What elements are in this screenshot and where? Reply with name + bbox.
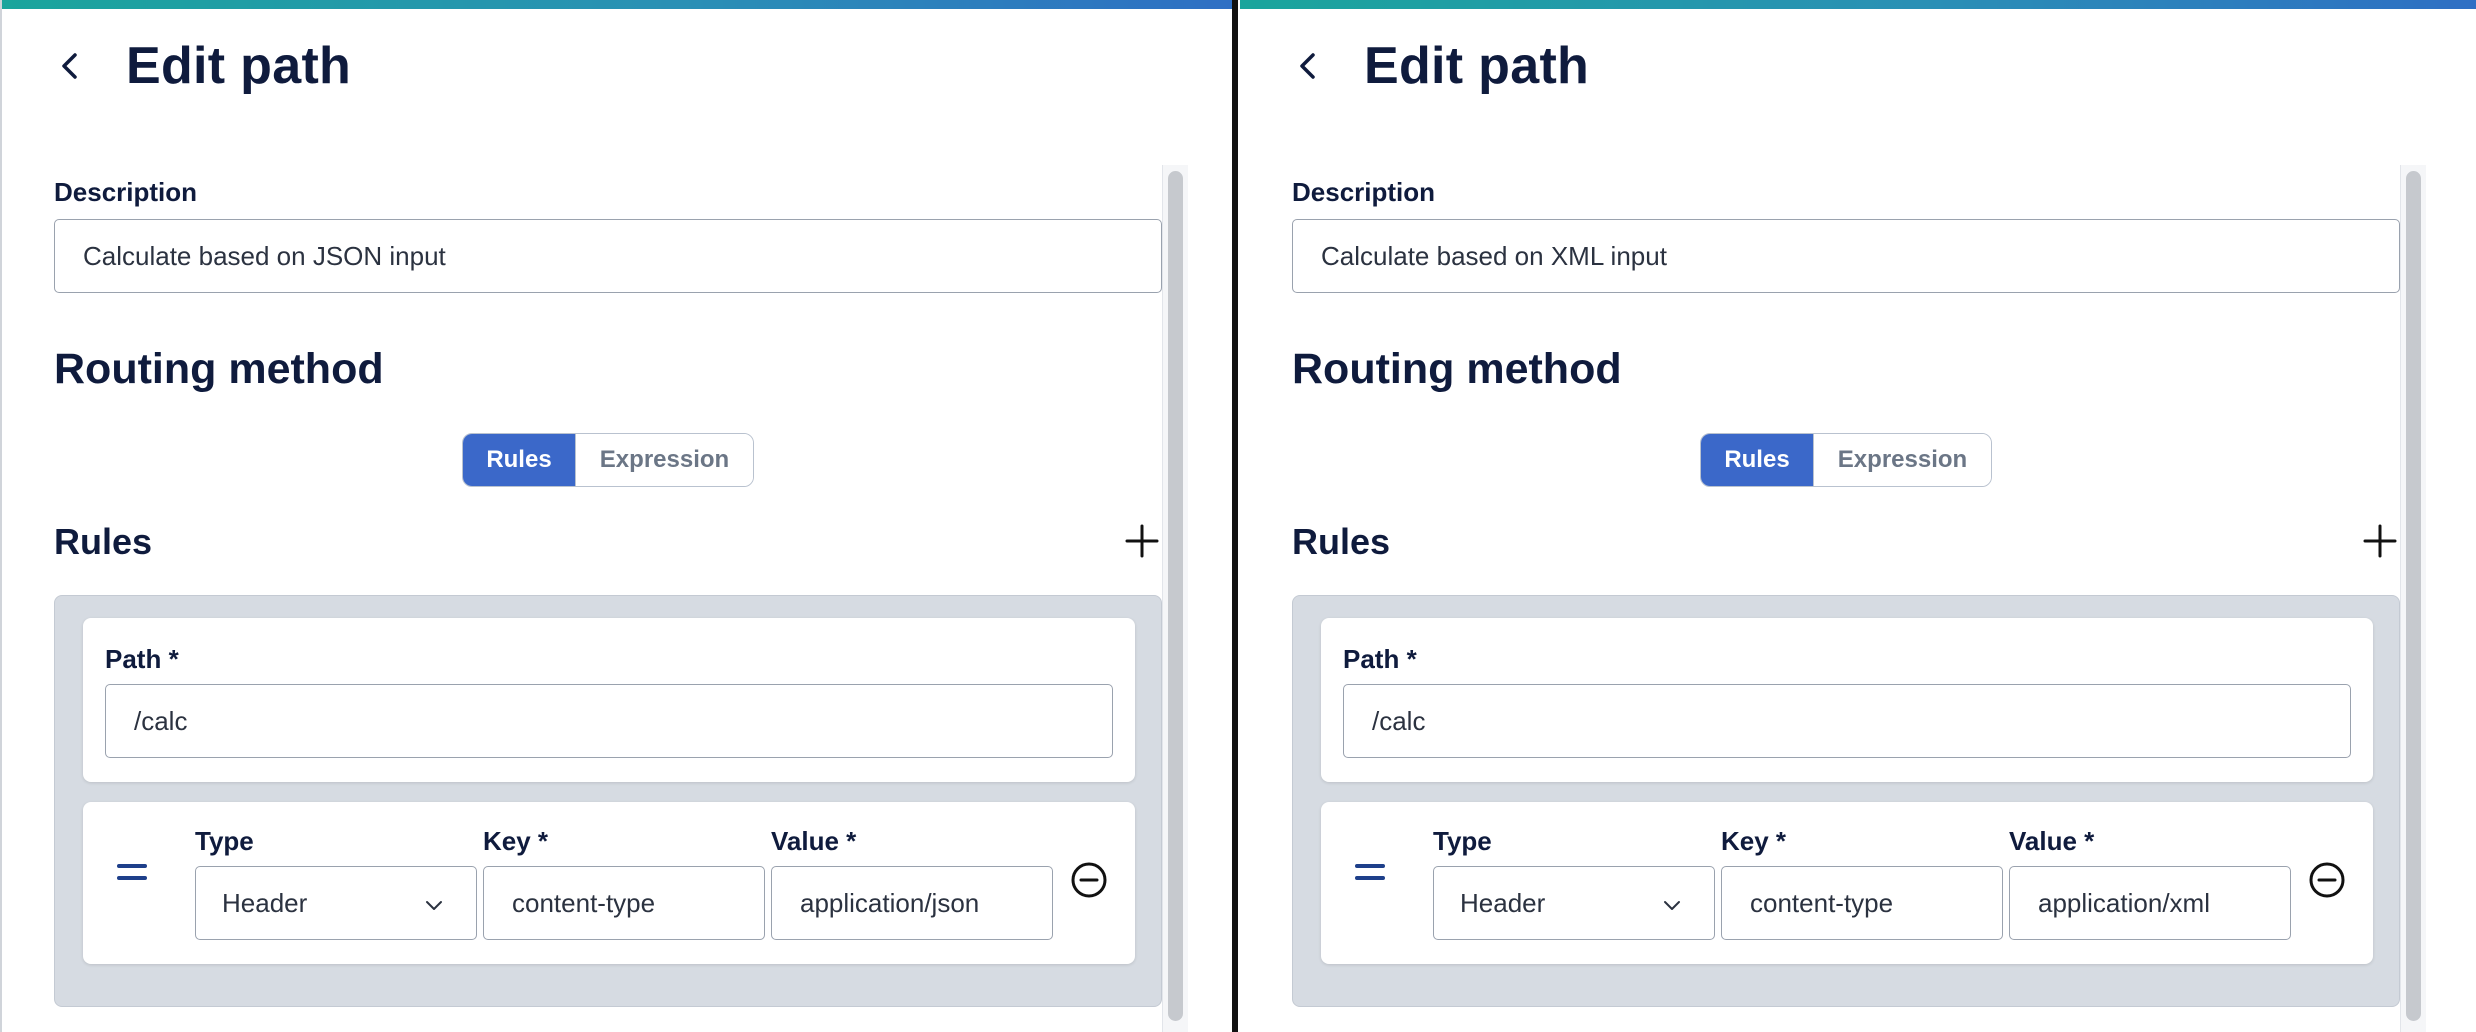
rule-condition-card: Type Header Key * content-type Value * a… bbox=[83, 802, 1135, 964]
type-value: Header bbox=[222, 887, 308, 918]
toggle-rules-button[interactable]: Rules bbox=[463, 434, 575, 486]
rule-condition-card: Type Header Key * content-type Value * a… bbox=[1321, 802, 2373, 964]
edit-path-panel-right: Edit path Description Calculate based on… bbox=[1240, 0, 2476, 1032]
top-accent-bar bbox=[2, 0, 1233, 9]
chevron-down-icon bbox=[1664, 901, 1680, 910]
path-input[interactable]: /calc bbox=[105, 684, 1113, 758]
toggle-expression-button[interactable]: Expression bbox=[575, 434, 753, 486]
rules-title: Rules bbox=[54, 521, 153, 562]
top-accent-bar bbox=[1240, 0, 2476, 9]
plus-icon bbox=[1125, 524, 1159, 558]
type-value: Header bbox=[1460, 887, 1546, 918]
scrollbar[interactable] bbox=[1162, 165, 1188, 1032]
description-value: Calculate based on XML input bbox=[1321, 240, 1667, 271]
add-rule-button[interactable] bbox=[1122, 521, 1162, 561]
value-value: application/xml bbox=[2038, 887, 2210, 918]
rules-container: Path * /calc Type Header Key * content-t… bbox=[1292, 595, 2400, 1007]
equals-icon bbox=[117, 858, 151, 888]
value-value: application/json bbox=[800, 887, 980, 918]
path-card: Path * /calc bbox=[83, 618, 1135, 782]
path-input[interactable]: /calc bbox=[1343, 684, 2351, 758]
chevron-left-icon bbox=[1300, 53, 1315, 79]
type-select[interactable]: Header bbox=[1433, 866, 1715, 940]
description-label: Description bbox=[1292, 177, 1436, 207]
scrollbar-thumb[interactable] bbox=[2406, 171, 2421, 1021]
toggle-rules-button[interactable]: Rules bbox=[1701, 434, 1813, 486]
panel-divider bbox=[1232, 0, 1238, 1032]
toggle-expression-button[interactable]: Expression bbox=[1813, 434, 1991, 486]
path-label: Path * bbox=[105, 644, 179, 674]
key-label: Key * bbox=[1721, 826, 1787, 856]
value-input[interactable]: application/xml bbox=[2009, 866, 2291, 940]
chevron-down-icon bbox=[426, 901, 442, 910]
type-label: Type bbox=[195, 826, 254, 856]
minus-circle-icon bbox=[2309, 862, 2345, 898]
page-title: Edit path bbox=[1364, 37, 1590, 95]
add-rule-button[interactable] bbox=[2360, 521, 2400, 561]
plus-icon bbox=[2363, 524, 2397, 558]
page-title: Edit path bbox=[126, 37, 352, 95]
description-input[interactable]: Calculate based on XML input bbox=[1292, 219, 2400, 293]
routing-method-title: Routing method bbox=[1292, 345, 1622, 393]
equals-icon bbox=[1355, 858, 1389, 888]
path-value: /calc bbox=[1372, 705, 1426, 736]
edit-path-panel-left: Edit path Description Calculate based on… bbox=[0, 0, 1233, 1032]
path-value: /calc bbox=[134, 705, 188, 736]
scrollbar-thumb[interactable] bbox=[1168, 171, 1183, 1021]
path-label: Path * bbox=[1343, 644, 1417, 674]
key-input[interactable]: content-type bbox=[483, 866, 765, 940]
value-label: Value * bbox=[771, 826, 857, 856]
key-value: content-type bbox=[1750, 887, 1894, 918]
key-input[interactable]: content-type bbox=[1721, 866, 2003, 940]
routing-method-toggle: Rules Expression bbox=[462, 433, 754, 487]
remove-rule-button[interactable] bbox=[2307, 860, 2347, 900]
scrollbar[interactable] bbox=[2400, 165, 2426, 1032]
type-label: Type bbox=[1433, 826, 1492, 856]
back-button[interactable] bbox=[1288, 46, 1328, 86]
key-value: content-type bbox=[512, 887, 656, 918]
description-label: Description bbox=[54, 177, 198, 207]
rules-title: Rules bbox=[1292, 521, 1391, 562]
path-card: Path * /calc bbox=[1321, 618, 2373, 782]
remove-rule-button[interactable] bbox=[1069, 860, 1109, 900]
chevron-left-icon bbox=[62, 53, 77, 79]
panel-header: Edit path bbox=[1240, 28, 2476, 108]
description-value: Calculate based on JSON input bbox=[83, 240, 446, 271]
routing-method-toggle: Rules Expression bbox=[1700, 433, 1992, 487]
value-input[interactable]: application/json bbox=[771, 866, 1053, 940]
back-button[interactable] bbox=[50, 46, 90, 86]
type-select[interactable]: Header bbox=[195, 866, 477, 940]
value-label: Value * bbox=[2009, 826, 2095, 856]
key-label: Key * bbox=[483, 826, 549, 856]
rules-container: Path * /calc Type Header Key * content-t… bbox=[54, 595, 1162, 1007]
panel-header: Edit path bbox=[2, 28, 1233, 108]
routing-method-title: Routing method bbox=[54, 345, 384, 393]
description-input[interactable]: Calculate based on JSON input bbox=[54, 219, 1162, 293]
minus-circle-icon bbox=[1071, 862, 1107, 898]
